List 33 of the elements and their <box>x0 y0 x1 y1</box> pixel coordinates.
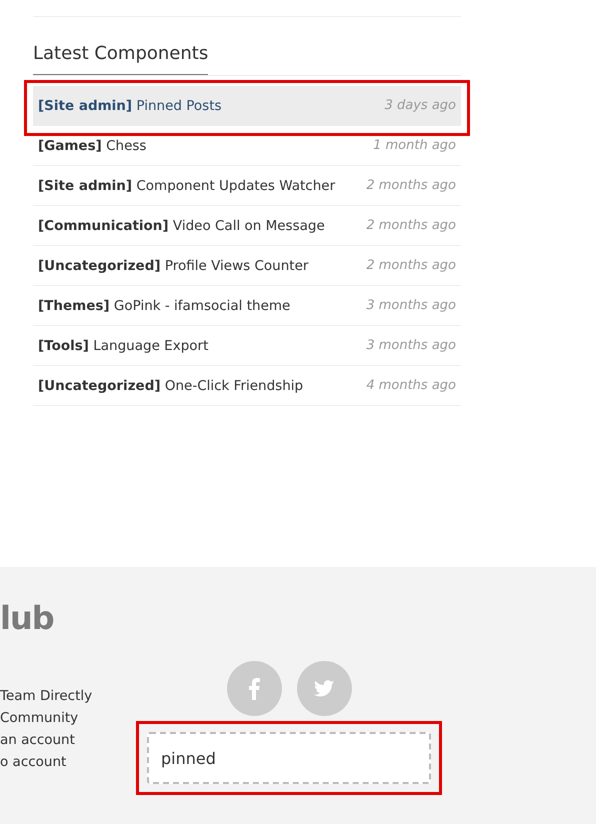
time-ago: 3 months ago <box>366 338 456 353</box>
component-name[interactable]: [Themes] GoPink - ifamsocial theme <box>38 298 290 314</box>
facebook-icon <box>248 678 260 700</box>
component-row[interactable]: [Uncategorized] One-Click Friendship 4 months ago <box>33 366 461 406</box>
time-ago: 2 months ago <box>366 218 456 233</box>
logo-text: lub <box>0 599 54 637</box>
component-name[interactable]: [Uncategorized] One-Click Friendship <box>38 378 304 394</box>
time-ago: 2 months ago <box>366 178 456 193</box>
component-row[interactable]: [Uncategorized] Profile Views Counter 2 months ago <box>33 246 461 286</box>
section-title: Latest Components <box>33 43 208 75</box>
component-name[interactable]: [Communication] Video Call on Message <box>38 218 325 234</box>
footer-link[interactable]: an account <box>0 729 75 751</box>
time-ago: 3 months ago <box>366 298 456 313</box>
footer-link[interactable]: Community <box>0 707 78 729</box>
search-field[interactable]: pinned <box>147 732 431 784</box>
time-ago: 4 months ago <box>366 378 456 393</box>
time-ago: 1 month ago <box>373 138 456 153</box>
time-ago: 2 months ago <box>366 258 456 273</box>
component-name[interactable]: [Uncategorized] Profile Views Counter <box>38 258 308 274</box>
component-row[interactable]: [Themes] GoPink - ifamsocial theme 3 months ago <box>33 286 461 326</box>
component-name[interactable]: [Site admin] Pinned Posts <box>38 98 222 114</box>
component-name[interactable]: [Tools] Language Export <box>38 338 208 354</box>
component-name[interactable]: [Games] Chess <box>38 138 146 154</box>
component-row[interactable]: [Games] Chess 1 month ago <box>33 126 461 166</box>
footer-link[interactable]: Team Directly <box>0 685 92 707</box>
bird-icon <box>314 680 334 697</box>
component-row[interactable]: [Site admin] Pinned Posts 3 days ago <box>33 86 461 126</box>
component-name[interactable]: [Site admin] Component Updates Watcher <box>38 178 336 194</box>
component-row[interactable]: [Site admin] Component Updates Watcher 2 months ago <box>33 166 461 206</box>
component-row[interactable]: [Communication] Video Call on Message 2 months ago <box>33 206 461 246</box>
time-ago: 3 days ago <box>384 98 456 113</box>
footer-link[interactable]: o account <box>0 751 66 773</box>
component-row[interactable]: [Tools] Language Export 3 months ago <box>33 326 461 366</box>
